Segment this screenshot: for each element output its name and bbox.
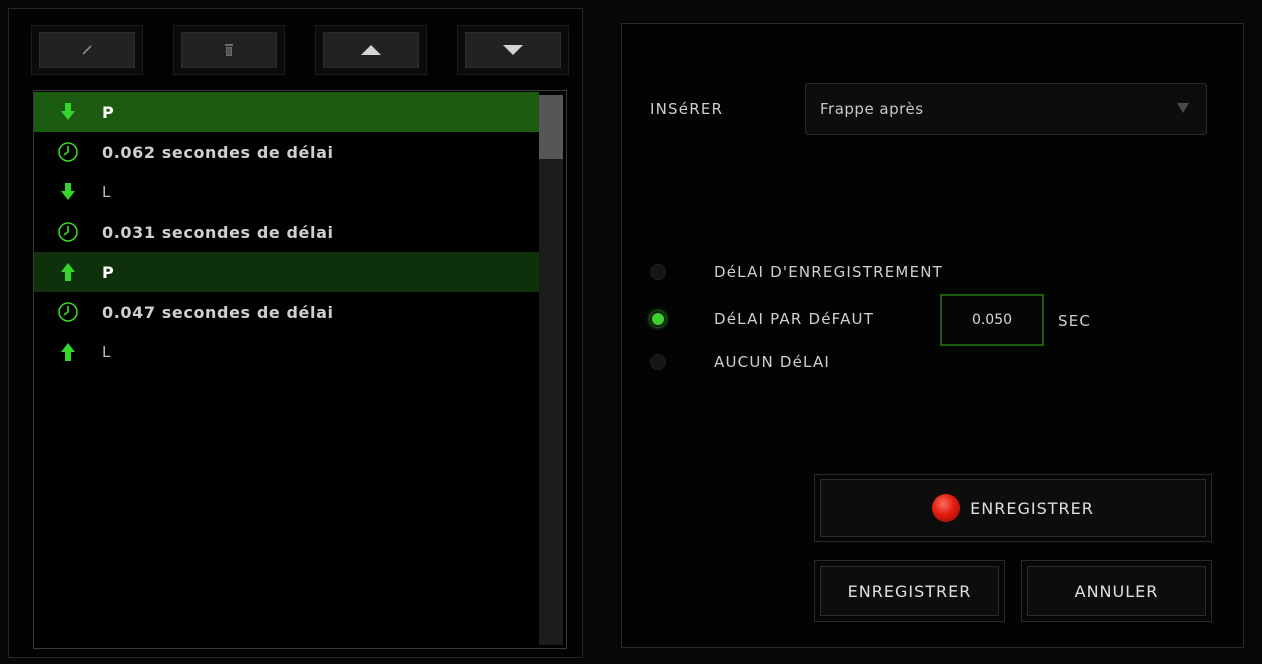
macro-options-panel: INSéRER Frappe après DéLAI D'ENREGISTREM… [621, 23, 1244, 648]
record-button-label: ENREGISTRER [970, 498, 1094, 518]
arrow-up-icon [361, 45, 381, 55]
list-item[interactable]: 0.062 secondes de délai [34, 132, 539, 172]
edit-button[interactable] [31, 25, 143, 75]
insert-dropdown-value: Frappe après [820, 100, 924, 118]
row-icon-cell [34, 183, 102, 201]
record-button-face: ENREGISTRER [820, 479, 1206, 537]
move-up-button[interactable] [315, 25, 427, 75]
key-down-icon [61, 183, 75, 200]
delete-button-face [181, 32, 277, 68]
save-button-label: ENREGISTRER [847, 581, 972, 601]
cancel-button-face: ANNULER [1027, 566, 1206, 616]
clock-icon [58, 142, 78, 162]
cancel-button-label: ANNULER [1074, 581, 1159, 601]
list-item-label: L [102, 343, 111, 361]
row-icon-cell [34, 221, 102, 243]
list-item-label: L [102, 183, 111, 201]
save-button-face: ENREGISTRER [820, 566, 999, 616]
row-icon-cell [34, 343, 102, 361]
row-icon-cell [34, 301, 102, 323]
list-item[interactable]: P [34, 92, 539, 132]
record-button[interactable]: ENREGISTRER [814, 474, 1212, 542]
trash-icon [225, 44, 233, 56]
macro-editor-panel: P 0.062 secondes de délai L 0.031 second… [8, 8, 583, 658]
list-item-label: P [102, 102, 115, 122]
pencil-icon [82, 45, 92, 55]
move-up-button-face [323, 32, 419, 68]
list-item[interactable]: 0.031 secondes de délai [34, 212, 539, 252]
list-item[interactable]: P [34, 252, 539, 292]
move-down-button-face [465, 32, 561, 68]
list-item-label: 0.047 secondes de délai [102, 302, 334, 322]
list-scrollbar-thumb[interactable] [539, 95, 563, 159]
edit-button-face [39, 32, 135, 68]
insert-dropdown[interactable]: Frappe après [805, 83, 1207, 135]
radio-recording-delay-label: DéLAI D'ENREGISTREMENT [714, 263, 944, 281]
save-button[interactable]: ENREGISTRER [814, 560, 1005, 622]
default-delay-input[interactable] [940, 294, 1044, 346]
insert-label: INSéRER [650, 100, 724, 118]
clock-icon [58, 302, 78, 322]
chevron-down-icon [1177, 103, 1189, 113]
row-icon-cell [34, 263, 102, 281]
list-item-label: P [102, 262, 115, 282]
cancel-button[interactable]: ANNULER [1021, 560, 1212, 622]
list-item-label: 0.062 secondes de délai [102, 142, 334, 162]
radio-recording-delay-indicator[interactable] [650, 264, 666, 280]
delay-unit-label: SEC [1058, 312, 1092, 330]
move-down-button[interactable] [457, 25, 569, 75]
key-up-icon [61, 343, 75, 361]
radio-no-delay-label: AUCUN DéLAI [714, 353, 831, 371]
list-item-label: 0.031 secondes de délai [102, 222, 334, 242]
radio-no-delay-indicator[interactable] [650, 354, 666, 370]
row-icon-cell [34, 141, 102, 163]
radio-no-delay[interactable]: AUCUN DéLAI [650, 353, 830, 371]
record-icon [932, 494, 961, 522]
list-item[interactable]: L [34, 332, 539, 372]
list-scrollbar[interactable] [539, 95, 563, 645]
radio-default-delay-indicator[interactable] [650, 311, 666, 327]
key-up-icon [61, 263, 75, 281]
delete-button[interactable] [173, 25, 285, 75]
key-down-icon [61, 103, 75, 120]
macro-toolbar [31, 25, 571, 75]
macro-event-list[interactable]: P 0.062 secondes de délai L 0.031 second… [33, 90, 567, 649]
radio-default-delay[interactable]: DéLAI PAR DéFAUT [650, 310, 874, 328]
clock-icon [58, 222, 78, 242]
row-icon-cell [34, 103, 102, 121]
radio-recording-delay[interactable]: DéLAI D'ENREGISTREMENT [650, 263, 943, 281]
list-item[interactable]: L [34, 172, 539, 212]
radio-default-delay-label: DéLAI PAR DéFAUT [714, 310, 875, 328]
list-item[interactable]: 0.047 secondes de délai [34, 292, 539, 332]
arrow-down-icon [503, 45, 523, 55]
